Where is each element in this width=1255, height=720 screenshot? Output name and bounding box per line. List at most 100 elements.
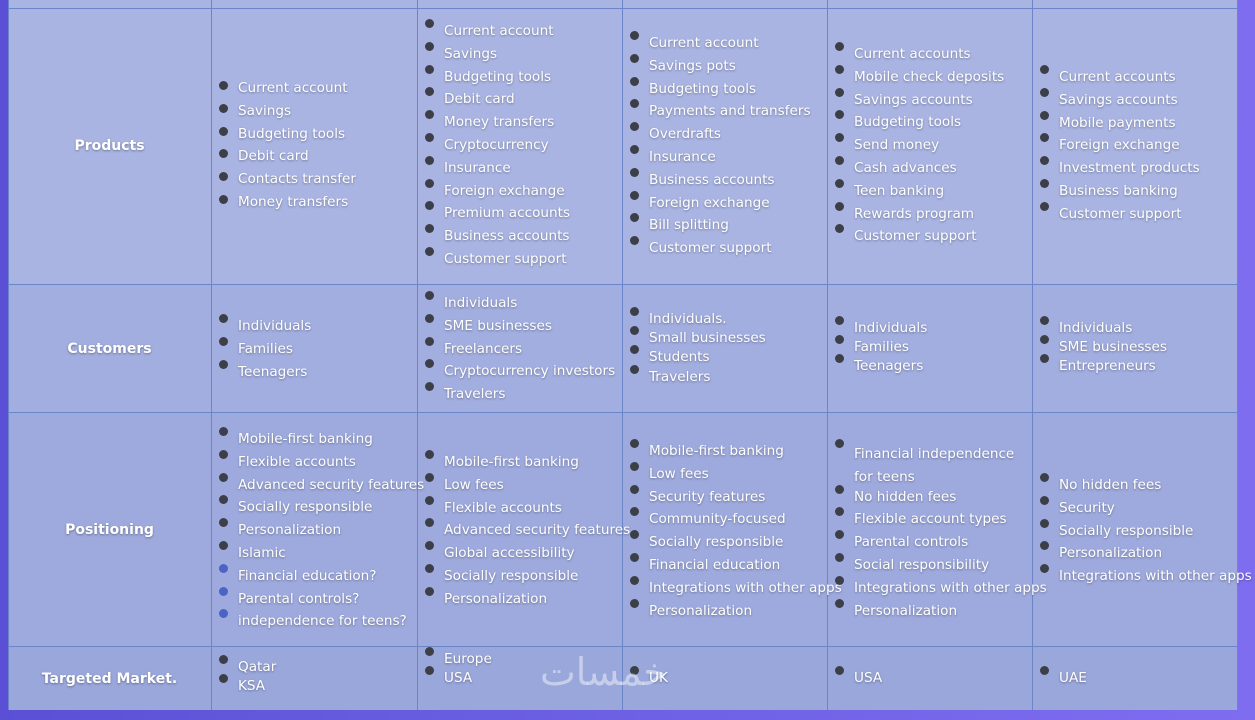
list-item: Parental controls: [835, 530, 1028, 557]
products-col-2: Current account Savings Budgeting tools …: [417, 8, 622, 284]
list-item: Teenagers: [219, 359, 413, 387]
bullet-list: Current account Savings Budgeting tools …: [425, 19, 618, 274]
list-item: Freelancers: [425, 336, 618, 364]
list-item: Customer support: [1040, 201, 1233, 229]
bullet-icon: [835, 87, 844, 97]
bullet-icon: [835, 439, 844, 448]
list-item: Security: [1040, 495, 1233, 523]
bullet-icon: [630, 552, 639, 562]
list-item: Insurance: [425, 155, 618, 183]
bullet-icon: [219, 563, 228, 573]
list-item: Customer support: [835, 224, 1028, 251]
bullet-icon: [425, 132, 434, 142]
bullet-icon: [425, 495, 434, 505]
list-item: Advanced security features: [425, 518, 630, 545]
list-item: Families: [219, 336, 413, 364]
bullet-list: Individuals SME businesses Entrepreneurs: [1040, 316, 1233, 377]
list-item: Budgeting tools: [835, 110, 1028, 137]
bullet-list: No hidden fees Security Socially respons…: [1040, 473, 1252, 591]
bullet-icon: [1040, 666, 1049, 675]
list-item: Socially responsible: [219, 495, 413, 522]
customers-col-2: Individuals SME businesses Freelancers C…: [417, 285, 622, 412]
list-item: Insurance: [630, 144, 823, 172]
list-item: Integrations with other apps: [630, 575, 842, 603]
bullet-icon: [630, 575, 639, 585]
list-item: SME businesses: [1040, 335, 1233, 358]
list-item: Current accounts: [835, 42, 1028, 69]
bullet-icon: [425, 518, 434, 528]
bullet-icon: [425, 336, 434, 346]
bullet-icon: [630, 76, 639, 86]
customers-col-3: Individuals. Small businesses Students T…: [622, 285, 827, 412]
list-item: Customer support: [630, 236, 823, 263]
products-col-3: Current account Savings pots Budgeting t…: [622, 8, 827, 284]
list-item: Mobile-first banking: [425, 450, 618, 477]
bullet-icon: [425, 178, 434, 188]
bullet-icon: [425, 563, 434, 573]
list-item: Families: [835, 335, 1028, 358]
bullet-icon: [630, 190, 639, 200]
bullet-icon: [1040, 541, 1049, 551]
list-item: Foreign exchange: [630, 190, 823, 218]
list-item: Budgeting tools: [425, 64, 618, 92]
list-item: Business accounts: [630, 167, 823, 195]
list-item: Customer support: [425, 246, 618, 274]
list-item: SME businesses: [425, 313, 618, 341]
list-item: Social responsibility: [835, 552, 1028, 580]
list-item: Students: [630, 345, 823, 368]
list-item: Low fees: [630, 461, 823, 489]
positioning-col-1: Mobile-first banking Flexible accounts A…: [211, 413, 424, 646]
list-item: Personalization: [835, 598, 1028, 626]
bullet-icon: [630, 484, 639, 494]
bullet-icon: [425, 224, 434, 234]
bullet-icon: [219, 149, 228, 159]
list-item: Individuals: [1040, 316, 1233, 339]
bullet-icon: [1040, 87, 1049, 97]
bullet-icon: [219, 586, 228, 596]
list-item: Security features: [630, 484, 823, 512]
products-col-5: Current accounts Savings accounts Mobile…: [1032, 8, 1237, 284]
bullet-icon: [219, 103, 228, 113]
list-item: Individuals: [425, 291, 618, 318]
list-item: Cash advances: [835, 155, 1028, 183]
list-item: Financial education: [630, 552, 823, 580]
list-item: Individuals: [219, 314, 413, 341]
table-top-strip: [8, 0, 1238, 8]
bullet-icon: [425, 291, 434, 300]
list-item: Overdrafts: [630, 122, 823, 149]
bullet-icon: [1040, 65, 1049, 74]
bullet-icon: [425, 666, 434, 675]
customers-col-5: Individuals SME businesses Entrepreneurs: [1032, 285, 1237, 412]
positioning-col-2: Mobile-first banking Low fees Flexible a…: [417, 413, 630, 646]
bullet-icon: [425, 155, 434, 165]
bullet-icon: [630, 53, 639, 63]
list-item: Financial independence for teens: [835, 439, 1024, 489]
bullet-icon: [835, 110, 844, 120]
bullet-icon: [630, 99, 639, 109]
bullet-icon: [630, 530, 639, 540]
market-col-1: Qatar KSA: [211, 647, 417, 710]
list-item: Low fees: [425, 472, 618, 500]
bullet-icon: [1040, 110, 1049, 120]
bullet-icon: [630, 31, 639, 40]
row-header-products: Products: [74, 138, 145, 154]
list-item: Contacts transfer: [219, 171, 413, 194]
bullet-icon: [835, 316, 844, 325]
bullet-icon: [219, 126, 228, 136]
list-item: Money transfers: [425, 110, 618, 137]
bullet-icon: [425, 64, 434, 74]
bullet-icon: [835, 484, 844, 494]
row-header-customers: Customers: [67, 340, 152, 357]
bullet-icon: [219, 609, 228, 619]
list-item: Premium accounts: [425, 201, 618, 228]
list-item: Foreign exchange: [1040, 133, 1233, 160]
list-item: Current account: [425, 19, 618, 46]
list-item: Money transfers: [219, 194, 413, 217]
bullet-icon: [835, 155, 844, 165]
list-item: Flexible accounts: [425, 495, 618, 523]
bullet-icon: [219, 540, 228, 550]
list-item: Parental controls?: [219, 586, 413, 614]
list-item: No hidden fees: [1040, 473, 1233, 500]
bullet-list: Qatar KSA: [219, 655, 413, 697]
list-item: No hidden fees: [835, 484, 1028, 512]
